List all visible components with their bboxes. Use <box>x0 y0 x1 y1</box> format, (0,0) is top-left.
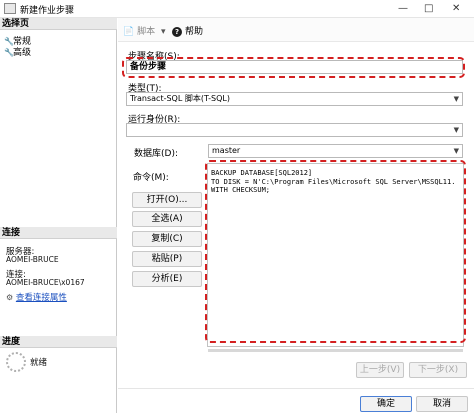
minimize-button[interactable]: — <box>398 3 408 14</box>
connection-properties-icon: ⚙ <box>6 293 14 302</box>
connection-header: 连接 <box>0 227 117 239</box>
progress-spinner-icon <box>6 352 26 372</box>
chevron-down-icon: ▼ <box>453 95 459 103</box>
progress-header: 进度 <box>0 336 117 348</box>
cancel-button[interactable]: 取消 <box>416 396 468 412</box>
chevron-down-icon: ▼ <box>453 126 459 134</box>
select-all-button[interactable]: 全选(A) <box>132 211 202 227</box>
next-step-button[interactable]: 下一步(X) <box>409 362 467 378</box>
link-text: 查看连接属性 <box>15 293 67 303</box>
window-title: 新建作业步骤 <box>20 6 75 16</box>
script-icon: 📄 <box>123 27 135 37</box>
help-icon: ? <box>172 27 182 37</box>
database-label: 数据库(D): <box>134 149 178 159</box>
script-button[interactable]: 📄 脚本 ▾ <box>123 24 166 37</box>
server-value: AOMEI-BRUCE <box>6 255 59 264</box>
open-button[interactable]: 打开(O)... <box>132 192 202 208</box>
paste-button[interactable]: 粘贴(P) <box>132 251 202 267</box>
chevron-down-icon: ▾ <box>160 27 166 37</box>
chevron-down-icon: ▼ <box>453 147 459 155</box>
database-select[interactable]: master ▼ <box>208 144 463 158</box>
type-select[interactable]: Transact-SQL 脚本(T-SQL) ▼ <box>126 92 463 106</box>
copy-button[interactable]: 复制(C) <box>132 231 202 247</box>
parse-button[interactable]: 分析(E) <box>132 271 202 287</box>
command-label: 命令(M): <box>133 173 169 183</box>
window-icon <box>4 3 16 14</box>
sidebar-item-label: 高级 <box>13 48 32 58</box>
left-pane: 选择页 🔧常规 🔧高级 连接 服务器: AOMEI-BRUCE 连接: AOME… <box>0 18 117 413</box>
run-as-select[interactable]: ▼ <box>126 123 463 137</box>
wrench-icon: 🔧 <box>4 48 14 57</box>
toolbar: 📄 脚本 ▾ ? 帮助 <box>118 18 474 42</box>
progress-status: 就绪 <box>30 358 48 368</box>
maximize-button[interactable]: □ <box>424 3 433 14</box>
step-name-highlight <box>122 57 465 78</box>
help-label: 帮助 <box>185 27 204 37</box>
prev-step-button[interactable]: 上一步(V) <box>356 362 404 378</box>
view-connection-properties-link[interactable]: ⚙ 查看连接属性 <box>6 291 67 303</box>
footer-divider <box>118 388 474 389</box>
horizontal-scrollbar[interactable] <box>208 349 463 352</box>
sidebar-item-advanced[interactable]: 🔧高级 <box>4 45 31 58</box>
close-button[interactable]: ✕ <box>452 3 460 14</box>
title-bar: 新建作业步骤 — □ ✕ <box>0 0 474 18</box>
type-select-value: Transact-SQL 脚本(T-SQL) <box>130 94 230 103</box>
ok-button[interactable]: 确定 <box>360 396 412 412</box>
select-page-header: 选择页 <box>0 18 117 30</box>
script-label: 脚本 <box>137 27 156 37</box>
connection-value: AOMEI-BRUCE\x0167 <box>6 278 85 287</box>
help-button[interactable]: ? 帮助 <box>172 24 203 37</box>
database-select-value: master <box>212 146 241 155</box>
command-highlight <box>205 160 466 343</box>
